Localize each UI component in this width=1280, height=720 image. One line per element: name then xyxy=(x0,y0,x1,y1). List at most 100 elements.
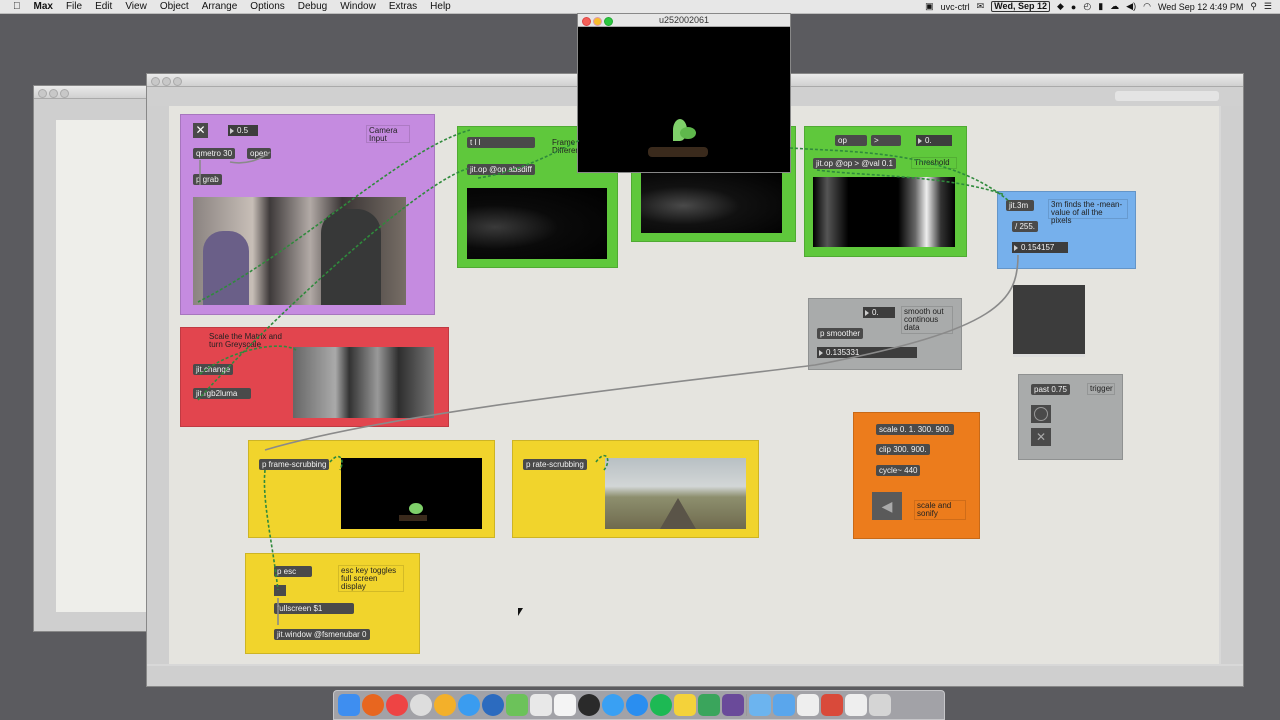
menu-object[interactable]: Object xyxy=(160,1,189,12)
dock-divider xyxy=(746,694,747,716)
menu-arrange[interactable]: Arrange xyxy=(202,1,238,12)
minimize-icon[interactable] xyxy=(49,89,58,98)
scale-object[interactable]: scale 0. 1. 300. 900. xyxy=(876,424,955,435)
close-icon[interactable] xyxy=(151,77,160,86)
jit-change-object[interactable]: jit.change xyxy=(193,364,234,375)
photo-icon[interactable] xyxy=(530,694,552,716)
person-left xyxy=(203,231,249,305)
time-machine-icon[interactable]: ◴ xyxy=(1083,1,1091,12)
clip-object[interactable]: clip 300. 900. xyxy=(876,444,930,455)
menu-window[interactable]: Window xyxy=(340,1,376,12)
menu-debug[interactable]: Debug xyxy=(298,1,327,12)
chrome-icon[interactable] xyxy=(386,694,408,716)
max-icon[interactable] xyxy=(578,694,600,716)
wifi-icon[interactable]: ◠ xyxy=(1143,1,1151,12)
globe-icon[interactable] xyxy=(482,694,504,716)
cloud-icon[interactable]: ☁ xyxy=(1110,1,1119,12)
zoom-icon[interactable] xyxy=(60,89,69,98)
sonify-panel: scale 0. 1. 300. 900. clip 300. 900. cyc… xyxy=(853,412,980,539)
menu-file[interactable]: File xyxy=(66,1,82,12)
minimize-icon[interactable] xyxy=(162,77,171,86)
threshold-video xyxy=(813,177,955,247)
jit-op-threshold-object[interactable]: jit.op @op > @val 0.1 xyxy=(813,158,896,169)
battery-icon[interactable]: ▮ xyxy=(1098,1,1103,12)
background-window-titlebar[interactable] xyxy=(34,86,164,99)
camera-input-comment: Camera Input xyxy=(366,125,410,143)
messages-icon[interactable] xyxy=(602,694,624,716)
chat-icon[interactable] xyxy=(626,694,648,716)
camera-window-titlebar[interactable]: u252002061 xyxy=(578,14,790,27)
document-icon[interactable] xyxy=(797,694,819,716)
lightbulb-icon[interactable] xyxy=(674,694,696,716)
date-badge[interactable]: Wed, Sep 12 xyxy=(991,1,1050,12)
zoom-icon[interactable] xyxy=(173,77,182,86)
folder-icon[interactable] xyxy=(773,694,795,716)
status-app-label[interactable]: uvc-ctrl xyxy=(941,2,970,12)
volume-icon[interactable]: ◀) xyxy=(1126,1,1136,12)
jit-op-absdiff-object[interactable]: jit.op @op absdiff xyxy=(467,164,535,175)
plant-leaf xyxy=(409,503,423,514)
close-icon[interactable] xyxy=(38,89,47,98)
speaker-icon[interactable]: ◀ xyxy=(872,492,902,520)
threshold-value-number[interactable]: 0. xyxy=(916,135,952,146)
clock[interactable]: Wed Sep 12 4:49 PM xyxy=(1158,2,1243,12)
mean-value-number[interactable]: 0.154157 xyxy=(1012,242,1068,253)
toggle-button[interactable] xyxy=(274,585,286,596)
qmetro-object[interactable]: qmetro 30 xyxy=(193,148,236,159)
toggle-x-button[interactable]: ✕ xyxy=(1031,428,1051,446)
sync-icon[interactable]: ● xyxy=(1071,2,1076,12)
grab-object[interactable]: p grab xyxy=(193,174,222,185)
menu-list-icon[interactable]: ☰ xyxy=(1264,1,1272,12)
past-object[interactable]: past 0.75 xyxy=(1031,384,1070,395)
folder-icon[interactable] xyxy=(749,694,771,716)
jit-rgb2luma-object[interactable]: jit.rgb2luma xyxy=(193,388,251,399)
fps-number[interactable]: 0.5 xyxy=(228,125,258,136)
safari-icon[interactable] xyxy=(458,694,480,716)
camera-window[interactable]: u252002061 xyxy=(577,13,791,173)
menu-app[interactable]: Max xyxy=(34,1,53,12)
document-icon[interactable] xyxy=(845,694,867,716)
level-meter[interactable] xyxy=(1013,285,1085,357)
scale-greyscale-panel: Scale the Matrix and turn Greyscale jit.… xyxy=(180,327,449,427)
smoothed-value-number[interactable]: 0.135331 xyxy=(817,347,917,358)
mail-icon[interactable]: ✉ xyxy=(977,1,985,12)
dropbox-icon[interactable]: ◆ xyxy=(1057,1,1064,12)
camera-status-icon[interactable]: ▣ xyxy=(925,1,934,12)
chromium-icon[interactable] xyxy=(434,694,456,716)
divide-object[interactable]: / 255. xyxy=(1012,221,1039,232)
search-field[interactable] xyxy=(1115,91,1219,101)
evernote-icon[interactable] xyxy=(698,694,720,716)
opera-icon[interactable] xyxy=(410,694,432,716)
fullscreen-message[interactable]: fullscreen $1 xyxy=(274,603,354,614)
maps-icon[interactable] xyxy=(506,694,528,716)
open-message[interactable]: open xyxy=(247,148,271,159)
smooth-amount-number[interactable]: 0. xyxy=(863,307,895,318)
mean-panel: jit.3m 3m finds the -mean- value of all … xyxy=(997,191,1136,269)
menu-edit[interactable]: Edit xyxy=(95,1,112,12)
film-icon[interactable] xyxy=(722,694,744,716)
bang-button[interactable] xyxy=(1031,405,1051,423)
cycle-object[interactable]: cycle~ 440 xyxy=(876,465,921,476)
finder-icon[interactable] xyxy=(338,694,360,716)
trash-icon[interactable] xyxy=(869,694,891,716)
jit-window-object[interactable]: jit.window @fsmenubar 0 xyxy=(274,629,370,640)
spotify-icon[interactable] xyxy=(650,694,672,716)
rate-scrubbing-object[interactable]: p rate-scrubbing xyxy=(523,459,587,470)
op-message[interactable]: op xyxy=(835,135,867,146)
esc-object[interactable]: p esc xyxy=(274,566,312,577)
toggle-button[interactable]: ✕ xyxy=(193,123,208,138)
frame-scrubbing-object[interactable]: p frame-scrubbing xyxy=(259,459,330,470)
apple-icon[interactable]:  xyxy=(13,1,21,12)
menu-extras[interactable]: Extras xyxy=(389,1,417,12)
document-icon[interactable] xyxy=(821,694,843,716)
search-icon[interactable]: ⚲ xyxy=(1250,1,1257,12)
textedit-icon[interactable] xyxy=(554,694,576,716)
menu-view[interactable]: View xyxy=(125,1,147,12)
op-select-menu[interactable]: > xyxy=(871,135,901,146)
jit-3m-object[interactable]: jit.3m xyxy=(1006,200,1034,211)
menu-options[interactable]: Options xyxy=(250,1,284,12)
firefox-icon[interactable] xyxy=(362,694,384,716)
trigger-object[interactable]: t l l xyxy=(467,137,535,148)
smoother-object[interactable]: p smoother xyxy=(817,328,864,339)
menu-help[interactable]: Help xyxy=(430,1,451,12)
